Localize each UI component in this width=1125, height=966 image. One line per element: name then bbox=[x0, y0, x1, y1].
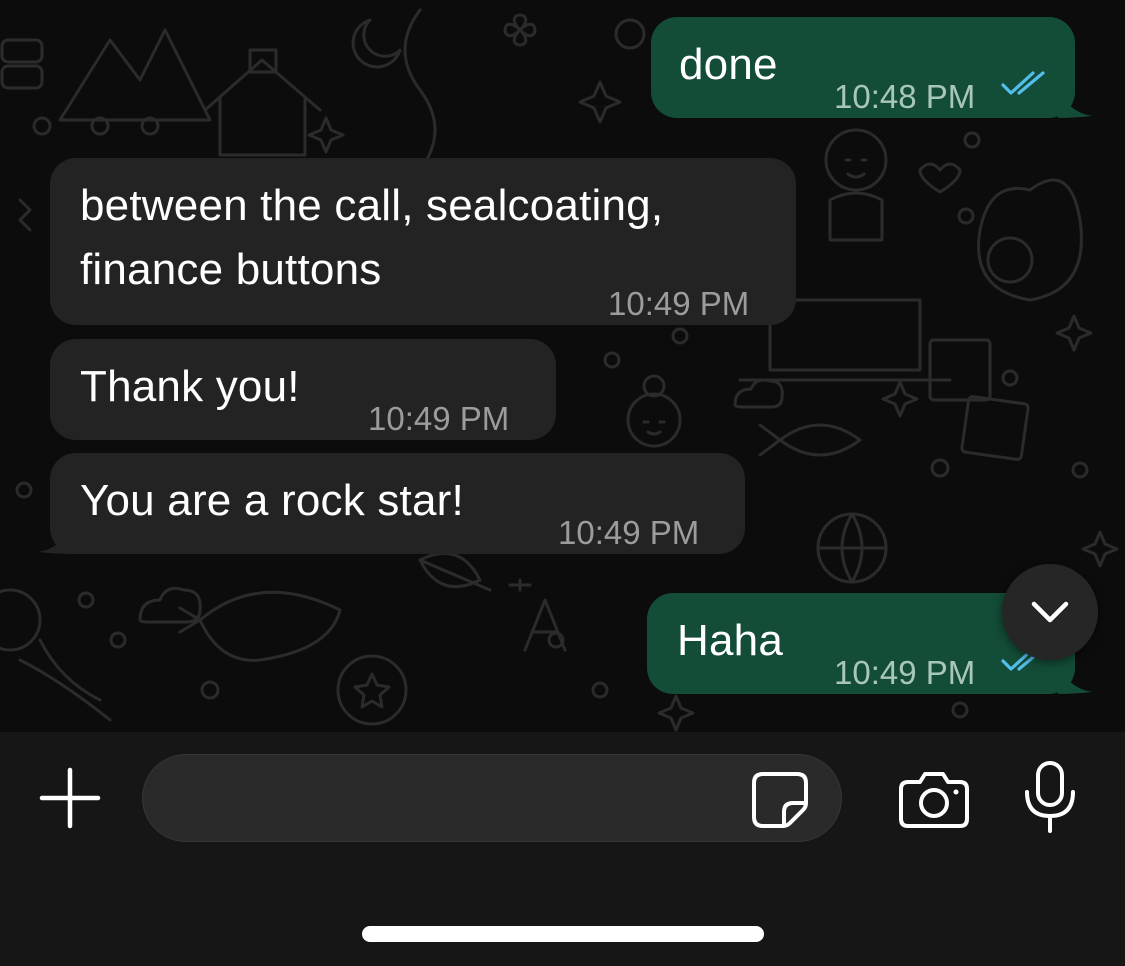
message-time: 10:49 PM bbox=[558, 514, 700, 551]
camera-icon[interactable] bbox=[898, 770, 970, 830]
chevron-down-icon bbox=[1031, 601, 1069, 623]
home-indicator bbox=[362, 926, 764, 942]
message-text: done bbox=[679, 40, 778, 89]
message-bubble-outgoing[interactable]: done 10:48 PM bbox=[651, 17, 1075, 118]
bubble-tail bbox=[38, 524, 72, 554]
message-bubble-incoming[interactable]: between the call, sealcoating, finance b… bbox=[50, 158, 796, 325]
message-text: Haha bbox=[677, 616, 783, 665]
message-input[interactable] bbox=[142, 754, 842, 842]
message-text: You are a rock star! bbox=[80, 476, 464, 525]
bubble-tail bbox=[1058, 664, 1092, 694]
message-bubble-incoming[interactable]: Thank you! 10:49 PM bbox=[50, 339, 556, 440]
sticker-icon[interactable] bbox=[751, 771, 809, 829]
plus-icon[interactable] bbox=[38, 766, 102, 830]
message-time: 10:49 PM bbox=[368, 400, 510, 437]
message-time: 10:48 PM bbox=[834, 78, 976, 115]
message-bubble-incoming[interactable]: You are a rock star! 10:49 PM bbox=[50, 453, 745, 554]
scroll-to-bottom-button[interactable] bbox=[1002, 564, 1098, 660]
message-time: 10:49 PM bbox=[608, 285, 750, 322]
message-time: 10:49 PM bbox=[834, 654, 976, 691]
message-text: Thank you! bbox=[80, 362, 300, 411]
message-text: between the call, sealcoating, finance b… bbox=[80, 181, 664, 294]
bubble-tail bbox=[1058, 88, 1092, 118]
message-list[interactable]: done 10:48 PM between the call, sealcoat… bbox=[0, 0, 1125, 732]
read-receipt-icon bbox=[1001, 71, 1045, 95]
microphone-icon[interactable] bbox=[1022, 760, 1078, 834]
chat-screen: done 10:48 PM between the call, sealcoat… bbox=[0, 0, 1125, 966]
